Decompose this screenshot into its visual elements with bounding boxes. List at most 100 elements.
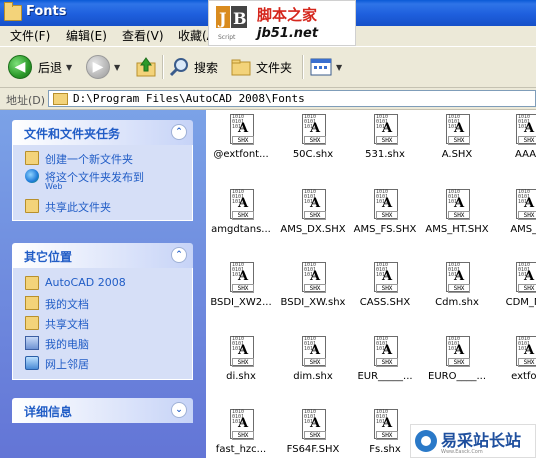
forward-arrow-icon: ▶ xyxy=(86,55,110,79)
file-item[interactable]: 1010 0101 1010 A SHX BSDI_XW2... xyxy=(206,260,276,322)
search-icon xyxy=(169,58,188,77)
file-item[interactable]: 1010 0101 1010 A SHX AMS_FS.SHX xyxy=(350,187,420,249)
address-input[interactable]: D:\Program Files\AutoCAD 2008\Fonts xyxy=(48,90,536,107)
up-button[interactable] xyxy=(134,55,158,79)
place-autocad[interactable]: AutoCAD 2008 xyxy=(13,276,192,296)
file-item[interactable]: 1010 0101 1010 A SHX 531.shx xyxy=(350,112,420,174)
shx-file-icon: 1010 0101 1010 A SHX xyxy=(516,262,536,293)
file-name: AAA. xyxy=(514,149,536,160)
file-name: 50C.shx xyxy=(292,149,334,160)
watermark-title: 脚本之家 xyxy=(257,6,318,24)
search-button[interactable]: 搜索 xyxy=(168,55,218,79)
file-tasks-header[interactable]: 文件和文件夹任务 ⌃ xyxy=(12,120,193,145)
file-icon-label: SHX xyxy=(304,211,326,220)
expand-chevron-icon[interactable]: ⌄ xyxy=(171,402,187,418)
shx-file-icon: 1010 0101 1010 A SHX xyxy=(230,189,254,220)
folders-label: 文件夹 xyxy=(256,60,293,75)
file-icon-letter: A xyxy=(454,343,465,358)
file-item[interactable]: 1010 0101 1010 A SHX di.shx xyxy=(206,334,276,396)
task-new-folder-label: 创建一个新文件夹 xyxy=(45,153,133,166)
file-item[interactable]: 1010 0101 1010 A SHX AMS_HT.SHX xyxy=(422,187,492,249)
shx-file-icon: 1010 0101 1010 A SHX xyxy=(374,262,398,293)
shx-file-icon: 1010 0101 1010 A SHX xyxy=(516,189,536,220)
file-item[interactable]: 1010 0101 1010ASHX AAA. xyxy=(492,112,536,174)
file-icon-letter: A xyxy=(454,196,465,211)
file-name: A.SHX xyxy=(441,149,473,160)
file-name: AMS_K xyxy=(510,224,536,235)
shx-file-icon: 1010 0101 1010 A SHX xyxy=(230,114,254,145)
other-places-body: AutoCAD 2008 我的文档 共享文档 我的电脑 网上邻居 xyxy=(12,268,193,380)
file-item[interactable]: 1010 0101 1010ASHX extfon xyxy=(492,334,536,396)
file-icon-letter: A xyxy=(454,121,465,136)
task-new-folder[interactable]: 创建一个新文件夹 xyxy=(13,151,192,169)
file-icon-letter: A xyxy=(310,269,321,284)
shx-file-icon: 1010 0101 1010 A SHX xyxy=(230,409,254,440)
file-item[interactable]: 1010 0101 1010 A SHX AMS_DX.SHX xyxy=(278,187,348,249)
file-list: 1010 0101 1010 A SHX @extfont... 1010 0101 1… xyxy=(206,110,536,458)
file-name: EURO____... xyxy=(428,371,486,382)
my-computer-icon xyxy=(25,336,39,350)
file-item[interactable]: 1010 0101 1010 A SHX A.SHX xyxy=(422,112,492,174)
place-my-computer[interactable]: 我的电脑 xyxy=(13,336,192,356)
file-icon-label: SHX xyxy=(518,211,536,220)
file-item[interactable]: 1010 0101 1010 A SHX BSDI_XW.shx xyxy=(278,260,348,322)
menu-file[interactable]: 文件(F) xyxy=(8,28,52,44)
shx-file-icon: 1010 0101 1010 A SHX xyxy=(302,189,326,220)
file-name: FS64F.SHX xyxy=(286,444,340,455)
file-icon-label: SHX xyxy=(304,431,326,440)
chevron-down-icon[interactable]: ▼ xyxy=(336,63,342,72)
chevron-down-icon[interactable]: ▼ xyxy=(114,63,120,72)
other-places-header[interactable]: 其它位置 ⌃ xyxy=(12,243,193,268)
file-icon-label: SHX xyxy=(232,211,254,220)
shx-file-icon: 1010 0101 1010 A SHX xyxy=(374,336,398,367)
search-label: 搜索 xyxy=(194,60,219,75)
place-my-documents[interactable]: 我的文档 xyxy=(13,296,192,316)
back-label: 后退 xyxy=(38,60,63,75)
file-item[interactable]: 1010 0101 1010 A SHX Cdm.shx xyxy=(422,260,492,322)
file-item[interactable]: 1010 0101 1010ASHX CDM_NC xyxy=(492,260,536,322)
watermark-jb51: J B Script 脚本之家 jb51.net xyxy=(208,0,356,46)
task-share-folder[interactable]: 共享此文件夹 xyxy=(13,199,192,217)
file-item[interactable]: 1010 0101 1010 A SHX CASS.SHX xyxy=(350,260,420,322)
file-icon-letter: A xyxy=(382,343,393,358)
place-network-label: 网上邻居 xyxy=(45,358,89,371)
file-icon-label: SHX xyxy=(376,211,398,220)
file-item[interactable]: 1010 0101 1010 A SHX FS64F.SHX xyxy=(278,407,348,458)
shx-file-icon: 1010 0101 1010 A SHX xyxy=(516,114,536,145)
back-button[interactable]: ◀ 后退 ▼ xyxy=(8,55,72,79)
views-icon xyxy=(310,58,332,76)
folders-button[interactable]: 文件夹 xyxy=(230,55,292,79)
views-button[interactable]: ▼ xyxy=(310,55,342,79)
file-item[interactable]: 1010 0101 1010 A SHX dim.shx xyxy=(278,334,348,396)
collapse-chevron-icon[interactable]: ⌃ xyxy=(171,124,187,140)
place-network[interactable]: 网上邻居 xyxy=(13,356,192,376)
task-publish-web[interactable]: 将这个文件夹发布到 Web xyxy=(13,169,192,199)
file-name: 531.shx xyxy=(365,149,405,160)
file-tasks-title: 文件和文件夹任务 xyxy=(24,127,121,141)
chevron-down-icon[interactable]: ▼ xyxy=(66,63,72,72)
file-item[interactable]: 1010 0101 1010 A SHX @extfont... xyxy=(206,112,276,174)
file-item[interactable]: 1010 0101 1010 A SHX EURO____... xyxy=(422,334,492,396)
file-item[interactable]: 1010 0101 1010 A SHX 50C.shx xyxy=(278,112,348,174)
details-header[interactable]: 详细信息 ⌄ xyxy=(12,398,193,423)
shx-file-icon: 1010 0101 1010 A SHX xyxy=(446,189,470,220)
new-folder-icon xyxy=(25,151,39,165)
file-item[interactable]: 1010 0101 1010 A SHX amgdtans... xyxy=(206,187,276,249)
place-shared-documents[interactable]: 共享文档 xyxy=(13,316,192,336)
file-item[interactable]: 1010 0101 1010ASHX AMS_K xyxy=(492,187,536,249)
file-icon-letter: A xyxy=(238,269,249,284)
file-tasks-body: 创建一个新文件夹 将这个文件夹发布到 Web 共享此文件夹 xyxy=(12,145,193,221)
forward-button[interactable]: ▶ ▼ xyxy=(86,55,120,79)
toolbar-divider xyxy=(302,55,304,79)
file-icon-letter: A xyxy=(238,121,249,136)
shx-file-icon: 1010 0101 1010 A SHX xyxy=(302,336,326,367)
details-panel: 详细信息 ⌄ xyxy=(12,398,193,423)
watermark-easck-url: Www.Easck.Com xyxy=(441,449,483,455)
file-item[interactable]: 1010 0101 1010 A SHX fast_hzc... xyxy=(206,407,276,458)
menu-view[interactable]: 查看(V) xyxy=(120,28,166,44)
file-item[interactable]: 1010 0101 1010 A SHX EUR_____... xyxy=(350,334,420,396)
file-icon-label: SHX xyxy=(304,284,326,293)
menu-edit[interactable]: 编辑(E) xyxy=(64,28,109,44)
file-icon-letter: A xyxy=(524,269,535,284)
collapse-chevron-icon[interactable]: ⌃ xyxy=(171,247,187,263)
